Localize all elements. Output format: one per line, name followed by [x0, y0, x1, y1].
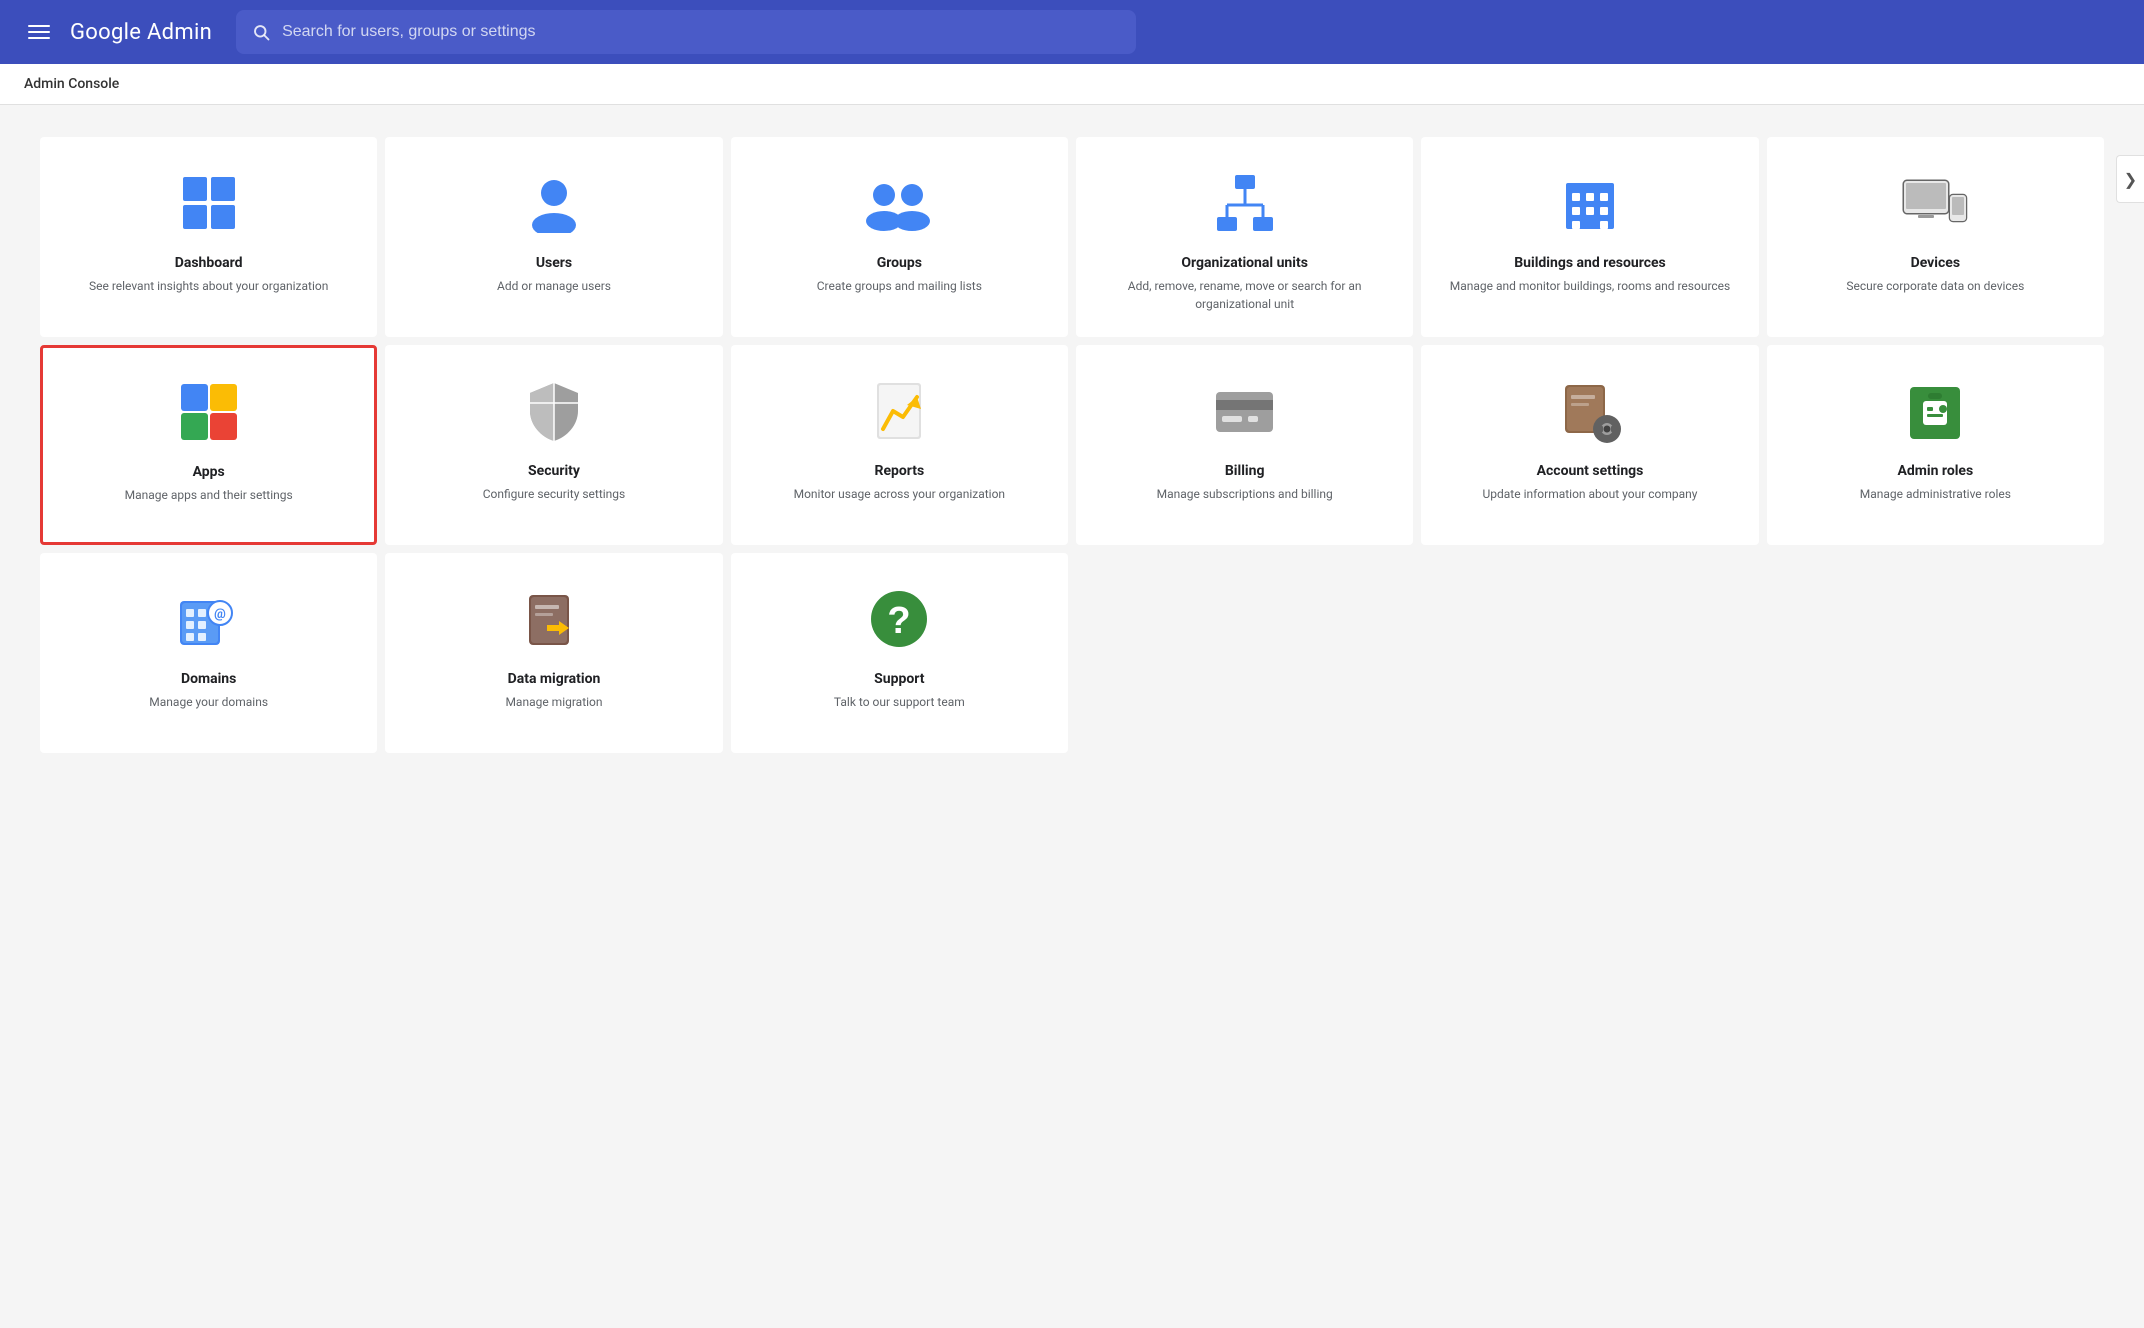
- card-groups[interactable]: Groups Create groups and mailing lists: [731, 137, 1068, 337]
- apps-icon: [173, 376, 245, 448]
- card-devices-desc: Secure corporate data on devices: [1846, 277, 2024, 295]
- card-users-desc: Add or manage users: [497, 277, 611, 295]
- card-reports-title: Reports: [874, 463, 924, 479]
- card-data-migration-desc: Manage migration: [505, 693, 602, 711]
- card-apps-desc: Manage apps and their settings: [125, 486, 293, 504]
- card-org-units[interactable]: Organizational units Add, remove, rename…: [1076, 137, 1413, 337]
- devices-icon: [1899, 167, 1971, 239]
- app-logo: Google Admin: [70, 20, 212, 45]
- card-account-settings-title: Account settings: [1537, 463, 1644, 479]
- card-admin-roles-title: Admin roles: [1897, 463, 1973, 479]
- card-dashboard-title: Dashboard: [175, 255, 243, 271]
- card-billing-desc: Manage subscriptions and billing: [1157, 485, 1333, 503]
- card-data-migration-title: Data migration: [508, 671, 601, 687]
- org-units-icon: [1209, 167, 1281, 239]
- card-account-settings-desc: Update information about your company: [1482, 485, 1697, 503]
- account-settings-icon: [1554, 375, 1626, 447]
- card-users[interactable]: Users Add or manage users: [385, 137, 722, 337]
- card-domains-title: Domains: [181, 671, 236, 687]
- card-dashboard[interactable]: Dashboard See relevant insights about yo…: [40, 137, 377, 337]
- card-reports[interactable]: Reports Monitor usage across your organi…: [731, 345, 1068, 545]
- search-icon: [252, 23, 270, 41]
- card-support-title: Support: [874, 671, 924, 687]
- card-billing[interactable]: Billing Manage subscriptions and billing: [1076, 345, 1413, 545]
- users-icon: [518, 167, 590, 239]
- card-account-settings[interactable]: Account settings Update information abou…: [1421, 345, 1758, 545]
- security-icon: [518, 375, 590, 447]
- dashboard-icon: [173, 167, 245, 239]
- card-org-units-desc: Add, remove, rename, move or search for …: [1094, 277, 1395, 313]
- card-domains-desc: Manage your domains: [149, 693, 268, 711]
- search-bar: [236, 10, 1136, 54]
- card-groups-desc: Create groups and mailing lists: [817, 277, 982, 295]
- card-buildings[interactable]: Buildings and resources Manage and monit…: [1421, 137, 1758, 337]
- buildings-icon: [1554, 167, 1626, 239]
- card-org-units-title: Organizational units: [1181, 255, 1308, 271]
- card-grid: Dashboard See relevant insights about yo…: [40, 137, 2104, 753]
- data-migration-icon: [518, 583, 590, 655]
- admin-roles-icon: [1899, 375, 1971, 447]
- empty-cell-3: [1767, 553, 2104, 753]
- subheader: Admin Console: [0, 64, 2144, 105]
- svg-text:@: @: [214, 607, 226, 622]
- search-input[interactable]: [282, 23, 1120, 41]
- app-header: Google Admin: [0, 0, 2144, 64]
- main-content: Dashboard See relevant insights about yo…: [0, 105, 2144, 785]
- card-admin-roles[interactable]: Admin roles Manage administrative roles: [1767, 345, 2104, 545]
- card-buildings-title: Buildings and resources: [1514, 255, 1666, 271]
- card-devices[interactable]: Devices Secure corporate data on devices: [1767, 137, 2104, 337]
- billing-icon: [1209, 375, 1281, 447]
- chevron-right-icon: ❯: [2124, 170, 2137, 189]
- menu-icon[interactable]: [24, 21, 54, 43]
- card-data-migration[interactable]: Data migration Manage migration: [385, 553, 722, 753]
- card-billing-title: Billing: [1225, 463, 1265, 479]
- card-support[interactable]: ? Support Talk to our support team: [731, 553, 1068, 753]
- card-apps[interactable]: Apps Manage apps and their settings: [40, 345, 377, 545]
- card-groups-title: Groups: [877, 255, 922, 271]
- card-reports-desc: Monitor usage across your organization: [794, 485, 1005, 503]
- expand-chevron[interactable]: ❯: [2116, 155, 2144, 203]
- card-users-title: Users: [536, 255, 572, 271]
- support-icon: ?: [863, 583, 935, 655]
- domains-icon: @: [173, 583, 245, 655]
- card-buildings-desc: Manage and monitor buildings, rooms and …: [1450, 277, 1731, 295]
- card-dashboard-desc: See relevant insights about your organiz…: [89, 277, 328, 295]
- card-support-desc: Talk to our support team: [834, 693, 965, 711]
- groups-icon: [863, 167, 935, 239]
- card-apps-title: Apps: [193, 464, 225, 480]
- card-domains[interactable]: @ Domains Manage your domains: [40, 553, 377, 753]
- card-devices-title: Devices: [1911, 255, 1960, 271]
- page-title: Admin Console: [24, 76, 119, 92]
- svg-text:?: ?: [887, 600, 910, 642]
- reports-icon: [863, 375, 935, 447]
- card-security-desc: Configure security settings: [483, 485, 625, 503]
- card-security-title: Security: [528, 463, 580, 479]
- card-security[interactable]: Security Configure security settings: [385, 345, 722, 545]
- empty-cell-1: [1076, 553, 1413, 753]
- empty-cell-2: [1421, 553, 1758, 753]
- card-admin-roles-desc: Manage administrative roles: [1860, 485, 2011, 503]
